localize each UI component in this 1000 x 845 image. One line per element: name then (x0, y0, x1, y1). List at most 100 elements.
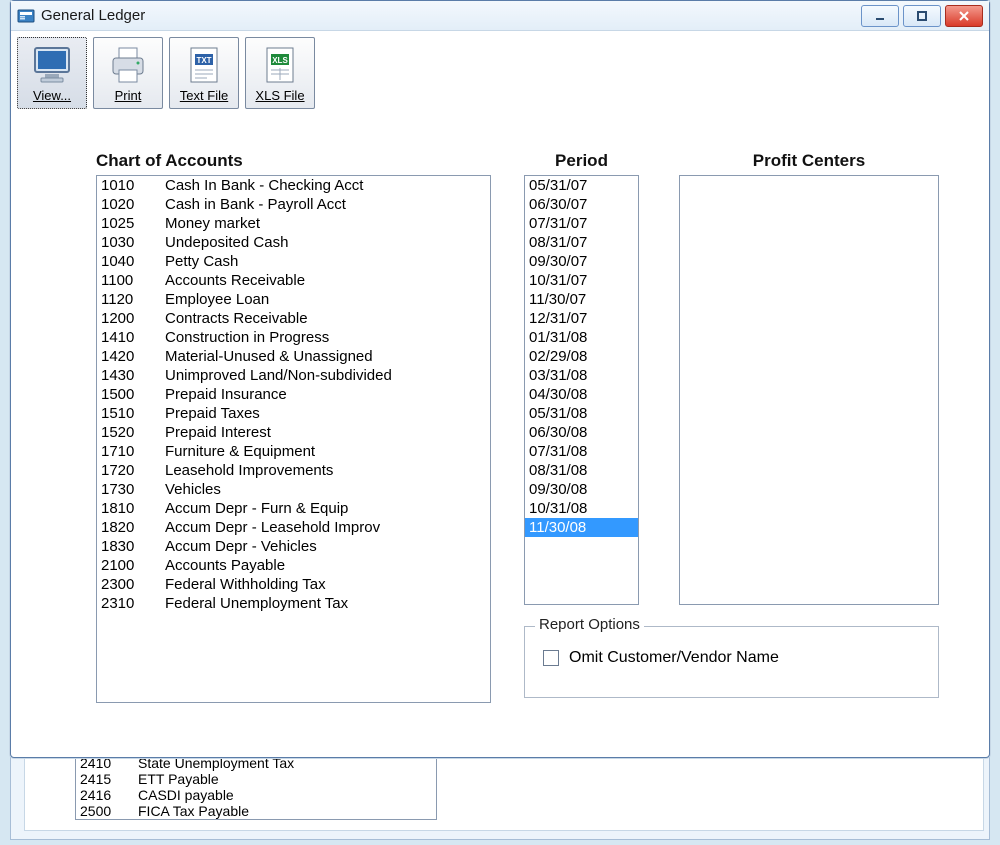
period-row[interactable]: 07/31/08 (525, 442, 638, 461)
period-row[interactable]: 08/31/07 (525, 233, 638, 252)
account-code: 1830 (101, 538, 165, 555)
account-row[interactable]: 1520Prepaid Interest (97, 423, 490, 442)
close-icon (958, 10, 970, 22)
print-button[interactable]: Print (93, 37, 163, 109)
text-file-button-label: Text File (180, 88, 228, 103)
period-row[interactable]: 10/31/08 (525, 499, 638, 518)
account-row[interactable]: 1730Vehicles (97, 480, 490, 499)
account-name: Petty Cash (165, 253, 238, 270)
account-row[interactable]: 2100Accounts Payable (97, 556, 490, 575)
account-name: Cash in Bank - Payroll Acct (165, 196, 346, 213)
account-name: Accum Depr - Vehicles (165, 538, 317, 555)
account-code: 1820 (101, 519, 165, 536)
chart-of-accounts-section: Chart of Accounts 1010Cash In Bank - Che… (96, 151, 491, 703)
account-name: Prepaid Insurance (165, 386, 287, 403)
period-row[interactable]: 07/31/07 (525, 214, 638, 233)
period-row[interactable]: 02/29/08 (525, 347, 638, 366)
account-name: Material-Unused & Unassigned (165, 348, 373, 365)
period-row[interactable]: 10/31/07 (525, 271, 638, 290)
period-row[interactable]: 01/31/08 (525, 328, 638, 347)
period-row[interactable]: 11/30/07 (525, 290, 638, 309)
account-row[interactable]: 2300Federal Withholding Tax (97, 575, 490, 594)
account-row[interactable]: 1020Cash in Bank - Payroll Acct (97, 195, 490, 214)
chart-of-accounts-listbox[interactable]: 1010Cash In Bank - Checking Acct1020Cash… (96, 175, 491, 703)
toolbar: View... Print TXT Text File (11, 31, 989, 115)
period-row[interactable]: 05/31/07 (525, 176, 638, 195)
account-row[interactable]: 1820Accum Depr - Leasehold Improv (97, 518, 490, 537)
xls-file-button-label: XLS File (255, 88, 304, 103)
period-listbox[interactable]: 05/31/0706/30/0707/31/0708/31/0709/30/07… (524, 175, 639, 605)
account-row[interactable]: 1025Money market (97, 214, 490, 233)
omit-name-option: Omit Customer/Vendor Name (525, 627, 938, 689)
account-code: 1410 (101, 329, 165, 346)
printer-icon (107, 44, 149, 86)
account-code: 1100 (101, 272, 165, 289)
xls-file-icon: XLS (259, 44, 301, 86)
period-row[interactable]: 09/30/07 (525, 252, 638, 271)
account-code: 1120 (101, 291, 165, 308)
account-name: FICA Tax Payable (138, 803, 249, 819)
account-row[interactable]: 1030Undeposited Cash (97, 233, 490, 252)
account-name: Leasehold Improvements (165, 462, 333, 479)
period-row[interactable]: 08/31/08 (525, 461, 638, 480)
account-row[interactable]: 2500FICA Tax Payable (76, 803, 436, 819)
account-row[interactable]: 2415ETT Payable (76, 771, 436, 787)
account-row[interactable]: 1510Prepaid Taxes (97, 404, 490, 423)
account-row[interactable]: 1710Furniture & Equipment (97, 442, 490, 461)
account-code: 1200 (101, 310, 165, 327)
account-name: Federal Unemployment Tax (165, 595, 348, 612)
profit-centers-section: Profit Centers (679, 151, 939, 605)
period-row[interactable]: 03/31/08 (525, 366, 638, 385)
omit-name-checkbox[interactable] (543, 650, 559, 666)
account-code: 1040 (101, 253, 165, 270)
account-code: 1710 (101, 443, 165, 460)
account-row[interactable]: 1420Material-Unused & Unassigned (97, 347, 490, 366)
account-name: Prepaid Taxes (165, 405, 260, 422)
account-code: 2100 (101, 557, 165, 574)
background-account-list[interactable]: 2410State Unemployment Tax2415ETT Payabl… (75, 756, 437, 820)
account-name: CASDI payable (138, 787, 234, 803)
account-row[interactable]: 1810Accum Depr - Furn & Equip (97, 499, 490, 518)
account-row[interactable]: 1430Unimproved Land/Non-subdivided (97, 366, 490, 385)
account-code: 2300 (101, 576, 165, 593)
omit-name-label: Omit Customer/Vendor Name (569, 649, 779, 667)
account-row[interactable]: 1500Prepaid Insurance (97, 385, 490, 404)
period-row[interactable]: 12/31/07 (525, 309, 638, 328)
view-button[interactable]: View... (17, 37, 87, 109)
period-label: Period (524, 151, 639, 171)
minimize-icon (874, 10, 886, 22)
maximize-icon (916, 10, 928, 22)
period-row[interactable]: 06/30/08 (525, 423, 638, 442)
period-row[interactable]: 06/30/07 (525, 195, 638, 214)
account-code: 1420 (101, 348, 165, 365)
account-row[interactable]: 1830Accum Depr - Vehicles (97, 537, 490, 556)
account-row[interactable]: 1200Contracts Receivable (97, 309, 490, 328)
maximize-button[interactable] (903, 5, 941, 27)
period-row[interactable]: 09/30/08 (525, 480, 638, 499)
account-row[interactable]: 1120Employee Loan (97, 290, 490, 309)
account-name: Accum Depr - Leasehold Improv (165, 519, 380, 536)
period-row[interactable]: 11/30/08 (525, 518, 638, 537)
period-row[interactable]: 05/31/08 (525, 404, 638, 423)
minimize-button[interactable] (861, 5, 899, 27)
account-name: Furniture & Equipment (165, 443, 315, 460)
account-row[interactable]: 1100Accounts Receivable (97, 271, 490, 290)
account-name: Contracts Receivable (165, 310, 308, 327)
account-row[interactable]: 2410State Unemployment Tax (76, 756, 436, 771)
account-row[interactable]: 1720Leasehold Improvements (97, 461, 490, 480)
account-row[interactable]: 2416CASDI payable (76, 787, 436, 803)
general-ledger-window: General Ledger View... (10, 0, 990, 758)
xls-file-button[interactable]: XLS XLS File (245, 37, 315, 109)
account-row[interactable]: 1040Petty Cash (97, 252, 490, 271)
text-file-button[interactable]: TXT Text File (169, 37, 239, 109)
view-button-label: View... (33, 88, 71, 103)
account-row[interactable]: 1410Construction in Progress (97, 328, 490, 347)
account-row[interactable]: 1010Cash In Bank - Checking Acct (97, 176, 490, 195)
close-button[interactable] (945, 5, 983, 27)
account-name: State Unemployment Tax (138, 756, 294, 771)
profit-centers-listbox[interactable] (679, 175, 939, 605)
account-code: 1020 (101, 196, 165, 213)
period-row[interactable]: 04/30/08 (525, 385, 638, 404)
account-code: 1025 (101, 215, 165, 232)
account-row[interactable]: 2310Federal Unemployment Tax (97, 594, 490, 613)
